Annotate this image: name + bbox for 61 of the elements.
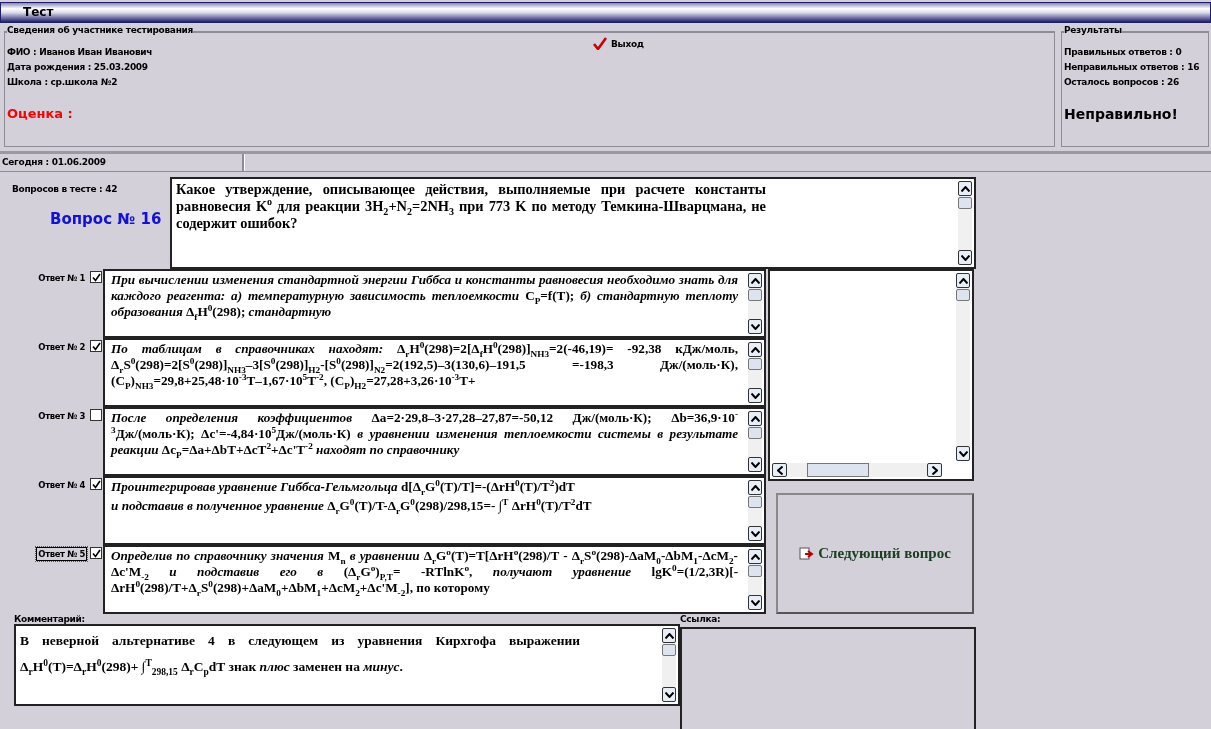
- result-line: Неправильных ответов : 16: [1064, 62, 1200, 72]
- horizontal-scrollbar[interactable]: [772, 463, 942, 478]
- scroll-thumb[interactable]: [958, 197, 972, 209]
- answer-checkbox[interactable]: [90, 547, 102, 559]
- scroll-thumb[interactable]: [748, 427, 762, 439]
- answer-text: и подставив в полученное уравнение Δ$_{r}$G$^{0}$(T)/T-Δ$_{r}$G$^{0}$(298)/298,15=- ∫$^{T}$ ΔrH$^{0}$(T)/T$^{2}$dT: [111, 498, 593, 514]
- vertical-scrollbar[interactable]: [958, 181, 972, 265]
- vertical-scrollbar[interactable]: [748, 480, 762, 541]
- scroll-thumb[interactable]: [662, 644, 676, 656]
- scroll-thumb[interactable]: [748, 496, 762, 508]
- answer-text: При вычислении изменения стандартной энергии Гиббса и константы равновесия необходимо знать для каждого реагента: а) температурную зависимость теплоемкости C$_{P}$=f(T); б) стандартную теплоту образования Δ$_{f}$H$^{0}$(298); стандартную: [111, 272, 738, 320]
- result-line: Правильных ответов : 0: [1064, 47, 1183, 57]
- verdict-text: Неправильно!: [1064, 106, 1179, 122]
- answer-box[interactable]: [103, 407, 766, 476]
- vertical-scrollbar[interactable]: [956, 273, 970, 462]
- scroll-thumb[interactable]: [748, 565, 762, 577]
- answer-label: Ответ № 3: [37, 410, 86, 423]
- participant-field: Дата рождения : 25.03.2009: [7, 62, 153, 72]
- question-count: Вопросов в тесте : 42: [11, 183, 119, 194]
- answer-box[interactable]: [103, 269, 766, 338]
- comment-text: В неверной альтернативе 4 в следующем из уравнения Кирхгофа выражении Δ$_{r}$H$^{0}$(T)=Δ$_{r}$H$^{0}$(298)+ ∫$^{T}$$_{298,15}$ Δ$_{r}$C$_{p}$dT знак плюс заменен на минус.: [19, 632, 581, 679]
- group-label: Результаты: [1064, 25, 1122, 35]
- answer-text: Проинтегрировав уравнение Гиббса-Гельмгольца d[Δ$_{r}$G$^{0}$(T)/T]=-(ΔrH$^{0}$(T)/T$^{2}$)dT: [111, 479, 576, 495]
- vertical-scrollbar[interactable]: [748, 342, 762, 403]
- answer-checkbox[interactable]: [90, 478, 102, 490]
- question-text: Какое утверждение, описывающее действия, выполняемые при расчете константы равновесия K$^{o}$ для реакции 3H$_{2}$+N$_{2}$=2NH$_{3}$ при 773 K по методу Темкина-Шварцмана, не содержит ошибок?: [175, 180, 767, 233]
- vertical-scrollbar[interactable]: [662, 628, 676, 702]
- scroll-thumb[interactable]: [748, 289, 762, 301]
- answer-box[interactable]: [103, 545, 766, 614]
- question-number: Вопрос № 16: [49, 209, 163, 228]
- checkmark-icon: [593, 37, 607, 50]
- answer-label: Ответ № 2: [37, 341, 86, 354]
- answer-label: Ответ № 1: [37, 272, 86, 285]
- answer-label: Ответ № 5: [36, 547, 87, 561]
- answer-box[interactable]: [103, 476, 766, 545]
- window-title: Тест: [0, 2, 1211, 23]
- answer-text: Определив по справочнику значения M$_{n}$ в уравнении Δ$_{r}$G$^{o}$(T)=T[ΔrH$^{o}$(298)/T - Δ$_{r}$S$^{o}$(298)-ΔaM$_{0}$-ΔbM$_{1}$-ΔcM$_{2}$-Δc'M$_{-2}$ и подставив его в (Δ$_{r}$G$^{o}$)$_{P,T}$= -RTlnK$^{o}$, получают уравнение lgK$^{0}$=(1/2,3R)[-ΔrH$^{0}$(298)/T+Δ$_{r}$S$^{0}$(298)+ΔaM$_{0}$+ΔbM$_{1}$+ΔcM$_{2}$+Δc'M$_{-2}$], по которому: [111, 548, 738, 596]
- answer-checkbox[interactable]: [90, 271, 102, 283]
- answer-box[interactable]: [103, 338, 766, 407]
- comment-label: Комментарий:: [13, 614, 86, 624]
- group-label: Сведения об участнике тестирования: [7, 25, 194, 35]
- answer-checkbox[interactable]: [90, 409, 102, 421]
- status-date: Сегодня : 01.06.2009: [0, 154, 244, 171]
- answer-text: По таблицам в справочниках находят: Δ$_{r}$H$^{0}$(298)=2[Δ$_{f}$H$^{0}$(298)]$_{NH3}$=2(-46,19)= -92,38 кДж/моль, Δ$_{r}$S$^{0}$(298)=2[S$^{0}$(298)]$_{NH3}$–3[S$^{0}$(298)]$_{H2}$-[S$^{0}$(298)]$_{N2}$=2(192,5)–3(130,6)–191,5 =-198,3 Дж/(моль·К), (C$_{P}$)$_{NH3}$=29,8+25,48·10$^{-3}$T–1,67·10$^{5}$T$^{-2}$, (C$_{P}$)$_{H2}$=27,28+3,26·10$^{-3}$T+: [111, 341, 738, 389]
- answer-text: После определения коэффициентов Δa=2·29,8–3·27,28–27,87=-50,12 Дж/(моль·К); Δb=36,9·10$^{-}$$^{3}$Дж/(моль·К); Δc'=-4,84·10$^{5}$Дж/(моль·К) в уравнении изменения теплоемкости системы в результате реакции Δc$_{P}$=Δa+ΔbT+ΔcT$^{2}$+Δc'T$^{-2}$ находят по справочнику: [111, 410, 738, 458]
- scroll-thumb[interactable]: [748, 358, 762, 370]
- participant-field: Школа : ср.школа №2: [7, 77, 153, 87]
- scroll-thumb[interactable]: [807, 463, 869, 478]
- exit-button[interactable]: Выход: [593, 37, 644, 50]
- answer-checkbox[interactable]: [90, 340, 102, 352]
- scroll-thumb[interactable]: [956, 289, 970, 301]
- next-question-button[interactable]: Следующий вопрос: [776, 493, 974, 614]
- vertical-scrollbar[interactable]: [748, 411, 762, 472]
- answer-label: Ответ № 4: [37, 479, 86, 492]
- grade-label: Оценка :: [7, 106, 74, 121]
- page-arrow-icon: [799, 546, 816, 561]
- participant-field: ФИО : Иванов Иван Иванович: [7, 47, 153, 57]
- result-line: Осталось вопросов : 26: [1064, 77, 1180, 87]
- vertical-scrollbar[interactable]: [748, 273, 762, 334]
- vertical-scrollbar[interactable]: [748, 549, 762, 610]
- link-label: Ссылка:: [680, 614, 722, 624]
